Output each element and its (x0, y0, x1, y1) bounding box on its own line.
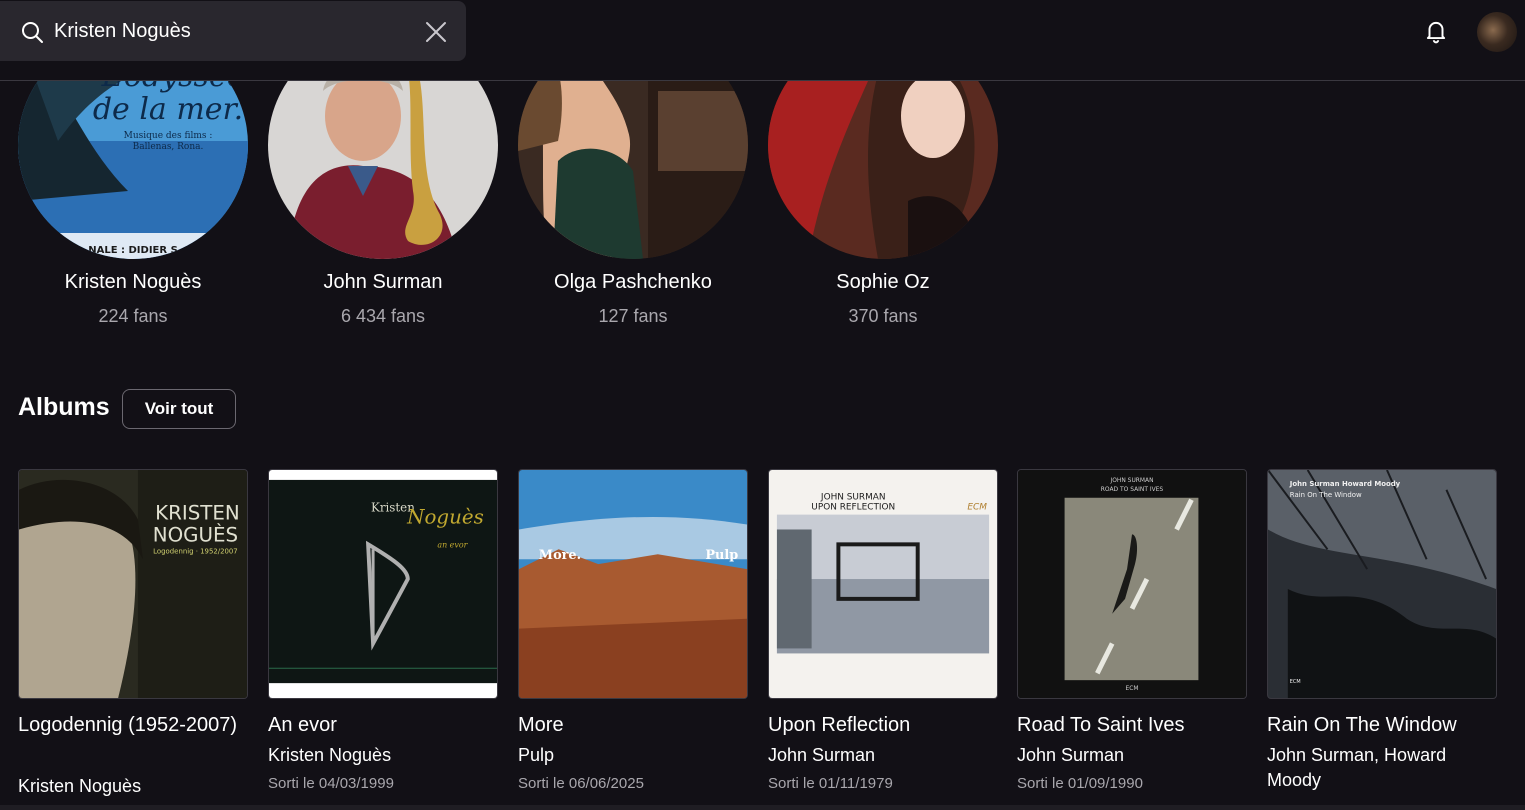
search-box[interactable] (0, 1, 466, 61)
cover-text: JOHN SURMAN (820, 493, 886, 503)
album-release-date: Sorti le 04/03/1999 (268, 775, 394, 792)
album-cover[interactable]: Kristen Noguès an evor (268, 469, 498, 699)
search-input[interactable] (54, 11, 404, 51)
top-bar (0, 0, 1525, 81)
bell-icon[interactable] (1423, 18, 1449, 44)
photo-text: NALE : DIDIER S (88, 245, 178, 256)
albums-section-title: Albums (18, 393, 110, 421)
cover-text: NOGUÈS (153, 523, 238, 546)
album-release-date: Sorti le 01/09/1990 (1017, 775, 1143, 792)
album-title[interactable]: Rain On The Window (1267, 711, 1492, 740)
cover-text: ECM (1290, 679, 1301, 685)
cover-text: More. (539, 548, 581, 563)
album-release-date: Sorti le 06/06/2025 (518, 775, 644, 792)
photo-text: Ballenas, Rona. (133, 142, 204, 152)
album-title[interactable]: Logodennig (1952-2007) (18, 711, 243, 740)
cover-text: Pulp (705, 548, 738, 563)
cover-text: JOHN SURMAN (1109, 477, 1153, 484)
album-title[interactable]: An evor (268, 711, 493, 740)
album-title[interactable]: More (518, 711, 743, 740)
artist-fans-count: 127 fans (598, 306, 668, 326)
album-artist[interactable]: John Surman, Howard Moody (1267, 743, 1492, 793)
artist-name[interactable]: John Surman (268, 271, 498, 294)
artist-name[interactable]: Sophie Oz (768, 271, 998, 294)
artists-row: L’odyssée de la mer. Musique des films :… (0, 31, 1525, 351)
cover-text: John Surman Howard Moody (1289, 480, 1401, 488)
album-artist[interactable]: John Surman (768, 743, 993, 768)
cover-text: UPON REFLECTION (811, 503, 895, 513)
album-cover[interactable]: JOHN SURMAN ROAD TO SAINT IVES ECM (1017, 469, 1247, 699)
cover-text: Noguès (406, 506, 484, 529)
album-artist[interactable]: Kristen Noguès (268, 743, 493, 768)
album-title[interactable]: Road To Saint Ives (1017, 711, 1242, 740)
see-all-albums-button[interactable]: Voir tout (122, 389, 236, 429)
album-artist[interactable]: Kristen Noguès (18, 774, 243, 799)
album-cover[interactable]: More. Pulp (518, 469, 748, 699)
album-artist[interactable]: John Surman (1017, 743, 1242, 768)
cover-text: ROAD TO SAINT IVES (1101, 486, 1164, 493)
bottom-divider (0, 805, 1525, 810)
artist-fans-count: 370 fans (848, 306, 918, 326)
photo-text: de la mer. (93, 92, 243, 127)
cover-text: ECM (967, 503, 987, 513)
cover-text: Logodennig · 1952/2007 (153, 547, 238, 555)
artist-name[interactable]: Olga Pashchenko (518, 271, 748, 294)
search-icon (22, 22, 43, 43)
artist-fans-count: 224 fans (98, 306, 168, 326)
photo-text: Musique des films : (124, 131, 213, 141)
album-artist[interactable]: Pulp (518, 743, 743, 768)
artist-name[interactable]: Kristen Noguès (18, 271, 248, 294)
close-icon[interactable] (424, 20, 448, 44)
album-cover[interactable]: John Surman Howard Moody Rain On The Win… (1267, 469, 1497, 699)
cover-text: KRISTEN (155, 502, 240, 525)
album-title[interactable]: Upon Reflection (768, 711, 993, 740)
album-cover[interactable]: KRISTEN NOGUÈS Logodennig · 1952/2007 (18, 469, 248, 699)
album-cover[interactable]: JOHN SURMAN UPON REFLECTION ECM (768, 469, 998, 699)
avatar[interactable] (1477, 12, 1517, 52)
album-release-date: Sorti le 01/11/1979 (768, 775, 893, 792)
artist-fans-count: 6 434 fans (340, 306, 426, 326)
cover-text: an evor (437, 540, 468, 549)
cover-text: ECM (1125, 685, 1138, 692)
cover-text: Rain On The Window (1290, 491, 1362, 499)
